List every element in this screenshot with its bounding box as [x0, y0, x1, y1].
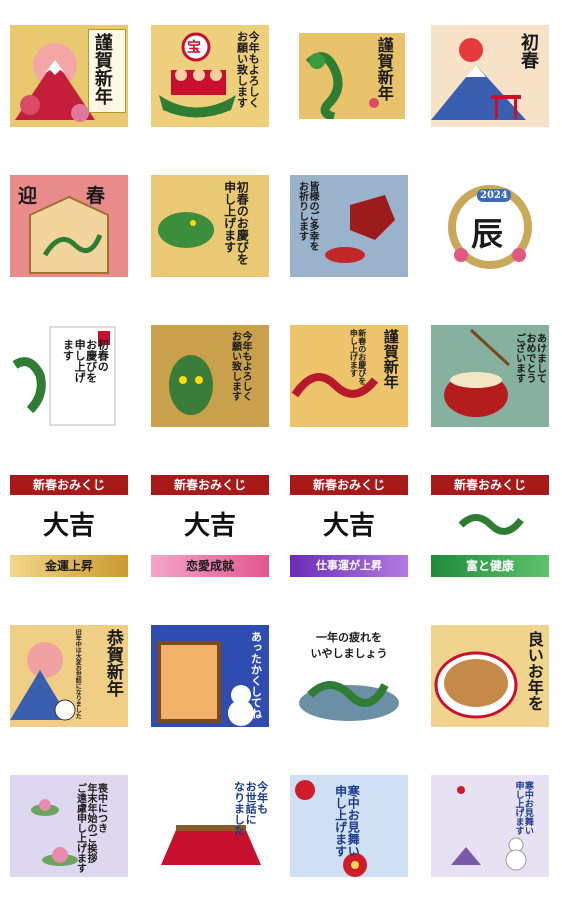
sticker-11-text: 謹賀新年 — [381, 329, 400, 389]
sticker-14-header: 新春おみくじ — [151, 475, 269, 495]
sticker-16-omikuji-kenko[interactable]: 新春おみくじ 富と健康 — [431, 475, 549, 577]
sticker-14-omikuji-renai[interactable]: 新春おみくじ 大吉 恋愛成就 — [151, 475, 269, 577]
sticker-20-text: 良いお年を — [524, 631, 544, 711]
sticker-5-geishun-ema[interactable]: 迎 春 — [10, 175, 128, 277]
sticker-12-zoni[interactable]: あけまして おめでとう ございます — [431, 325, 549, 427]
lotus-illustration — [10, 775, 128, 877]
sticker-4-text: 初春 — [518, 33, 539, 69]
sticker-9-text: 初春の お慶びを 申し上げ ます — [61, 339, 110, 383]
dragon-head-illustration — [151, 175, 269, 277]
sticker-5-text-right: 春 — [86, 185, 106, 207]
sticker-8-tatsu-2024[interactable]: 2024 辰 — [431, 175, 549, 277]
sticker-2-treasure-ship[interactable]: 宝 今年もよろしく お願い致します — [151, 25, 269, 127]
sticker-9-postcard-dragon[interactable]: 初春の お慶びを 申し上げ ます — [10, 325, 128, 427]
sticker-23-text: 寒中お見舞い 申し上げます — [333, 785, 361, 857]
sticker-24-kanchu-snowman[interactable]: 寒中お見舞い 申し上げます — [431, 775, 549, 877]
sticker-12-text: あけまして おめでとう ございます — [513, 333, 546, 383]
sticker-15-fortune: 大吉 — [322, 511, 375, 541]
sticker-6-text: 初春のお慶びを 申し上げます — [222, 181, 250, 265]
sticker-14-footer: 恋愛成就 — [151, 555, 269, 577]
sticker-2-text: 今年もよろしく お願い致します — [235, 31, 261, 108]
sticker-17-text: 恭賀新年 — [102, 629, 123, 697]
sticker-17-sub: 旧年中は大変お世話になりました — [74, 629, 82, 719]
sticker-1-kinga-shinnen[interactable]: 謹賀新年 — [10, 25, 128, 127]
sticker-22-kotatsu[interactable]: 今年も お世話に なりました — [151, 775, 269, 877]
sticker-16-footer: 富と健康 — [431, 555, 549, 577]
sticker-21-mochu[interactable]: 喪中につき 年末年始のご挨拶 ご遠慮申し上げます — [10, 775, 128, 877]
sticker-15-header: 新春おみくじ — [290, 475, 408, 495]
sticker-11-dragon-kinga[interactable]: 新春のお慶びを 申し上げます 謹賀新年 — [290, 325, 408, 427]
sticker-15-omikuji-shigoto[interactable]: 新春おみくじ 大吉 仕事運が上昇 — [290, 475, 408, 577]
sticker-7-text: 皆様のご多幸を お祈りします — [296, 181, 319, 251]
sticker-11-sub: 新春のお慶びを 申し上げます — [349, 329, 368, 385]
sticker-5-text-left: 迎 — [18, 185, 38, 207]
sticker-3-dragon-kinga[interactable]: 謹賀新年 — [299, 33, 405, 119]
dragon-face-illustration — [151, 325, 269, 427]
sticker-18-text: あったかくしてね — [249, 631, 263, 719]
sticker-15-footer: 仕事運が上昇 — [290, 555, 408, 577]
sticker-6-dragon-head[interactable]: 初春のお慶びを 申し上げます — [151, 175, 269, 277]
sticker-10-dragon-face[interactable]: 今年もよろしく お願い致します — [151, 325, 269, 427]
sticker-21-text: 喪中につき 年末年始のご挨拶 ご遠慮申し上げます — [74, 783, 107, 873]
sticker-8-text: 辰 — [471, 215, 504, 253]
sticker-20-yoi-otoshi[interactable]: 良いお年を — [431, 625, 549, 727]
sticker-3-text: 謹賀新年 — [374, 37, 394, 101]
sticker-13-omikuji-kinun[interactable]: 新春おみくじ 大吉 金運上昇 — [10, 475, 128, 577]
sticker-8-year: 2024 — [477, 189, 511, 202]
sticker-18-attakaku[interactable]: あったかくしてね — [151, 625, 269, 727]
sticker-23-kanchu-camellia[interactable]: 寒中お見舞い 申し上げます — [290, 775, 408, 877]
sticker-24-text: 寒中お見舞い 申し上げます — [513, 781, 533, 835]
sticker-22-text: 今年も お世話に なりました — [232, 781, 269, 836]
sticker-2-badge: 宝 — [187, 40, 201, 56]
sticker-7-sake[interactable]: 皆様のご多幸を お祈りします — [290, 175, 408, 277]
sticker-17-kyoga-shinnen[interactable]: 旧年中は大変お世話になりました 恭賀新年 — [10, 625, 128, 727]
sticker-13-fortune: 大吉 — [42, 511, 95, 541]
sticker-19-text: 一年の疲れを いやしましょう — [310, 631, 388, 660]
sticker-13-header: 新春おみくじ — [10, 475, 128, 495]
sticker-1-text: 謹賀新年 — [91, 33, 113, 105]
sticker-10-text: 今年もよろしく お願い致します — [229, 331, 252, 401]
sticker-4-hatsuharu[interactable]: 初春 — [431, 25, 549, 127]
sticker-14-fortune: 大吉 — [183, 511, 236, 541]
sticker-19-onsen-dragon[interactable]: 一年の疲れを いやしましょう — [290, 625, 408, 727]
sticker-13-footer: 金運上昇 — [10, 555, 128, 577]
